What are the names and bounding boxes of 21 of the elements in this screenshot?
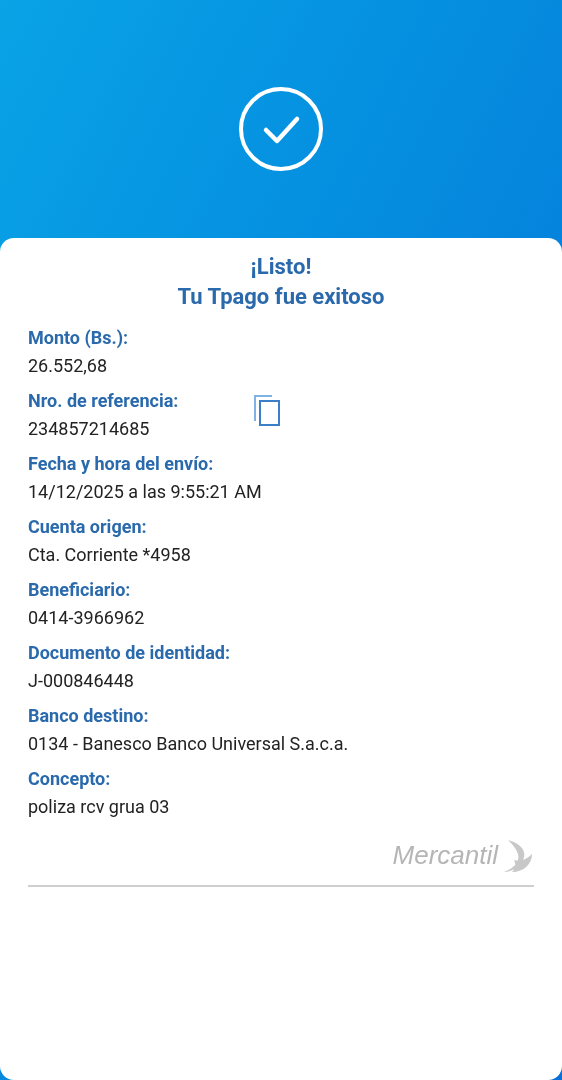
field-value: Cta. Corriente *4958 xyxy=(28,543,191,567)
field-label: Concepto: xyxy=(28,767,111,791)
field-label: Monto (Bs.): xyxy=(28,326,129,350)
field-label: Banco destino: xyxy=(28,704,149,728)
brand-logo-text: Mercantil xyxy=(392,839,498,872)
field-label: Cuenta origen: xyxy=(28,515,147,539)
copy-icon[interactable] xyxy=(252,393,282,427)
field-value: 26.552,68 xyxy=(28,354,108,378)
success-title: ¡Listo! xyxy=(249,253,313,281)
check-circle-icon xyxy=(238,86,324,172)
field-label: Beneficiario: xyxy=(28,578,131,602)
field-label: Nro. de referencia: xyxy=(28,389,179,413)
field-value: 0414-3966962 xyxy=(28,606,145,630)
field-value: 0134 - Banesco Banco Universal S.a.c.a. xyxy=(28,732,349,756)
field-value: 234857214685 xyxy=(28,417,150,441)
success-subtitle: Tu Tpago fue exitoso xyxy=(176,283,386,311)
field-label: Fecha y hora del envío: xyxy=(28,452,214,476)
field-value: J-000846448 xyxy=(28,669,134,693)
field-label: Documento de identidad: xyxy=(28,641,231,665)
field-value: poliza rcv grua 03 xyxy=(28,795,170,819)
field-value: 14/12/2025 a las 9:55:21 AM xyxy=(28,480,262,504)
